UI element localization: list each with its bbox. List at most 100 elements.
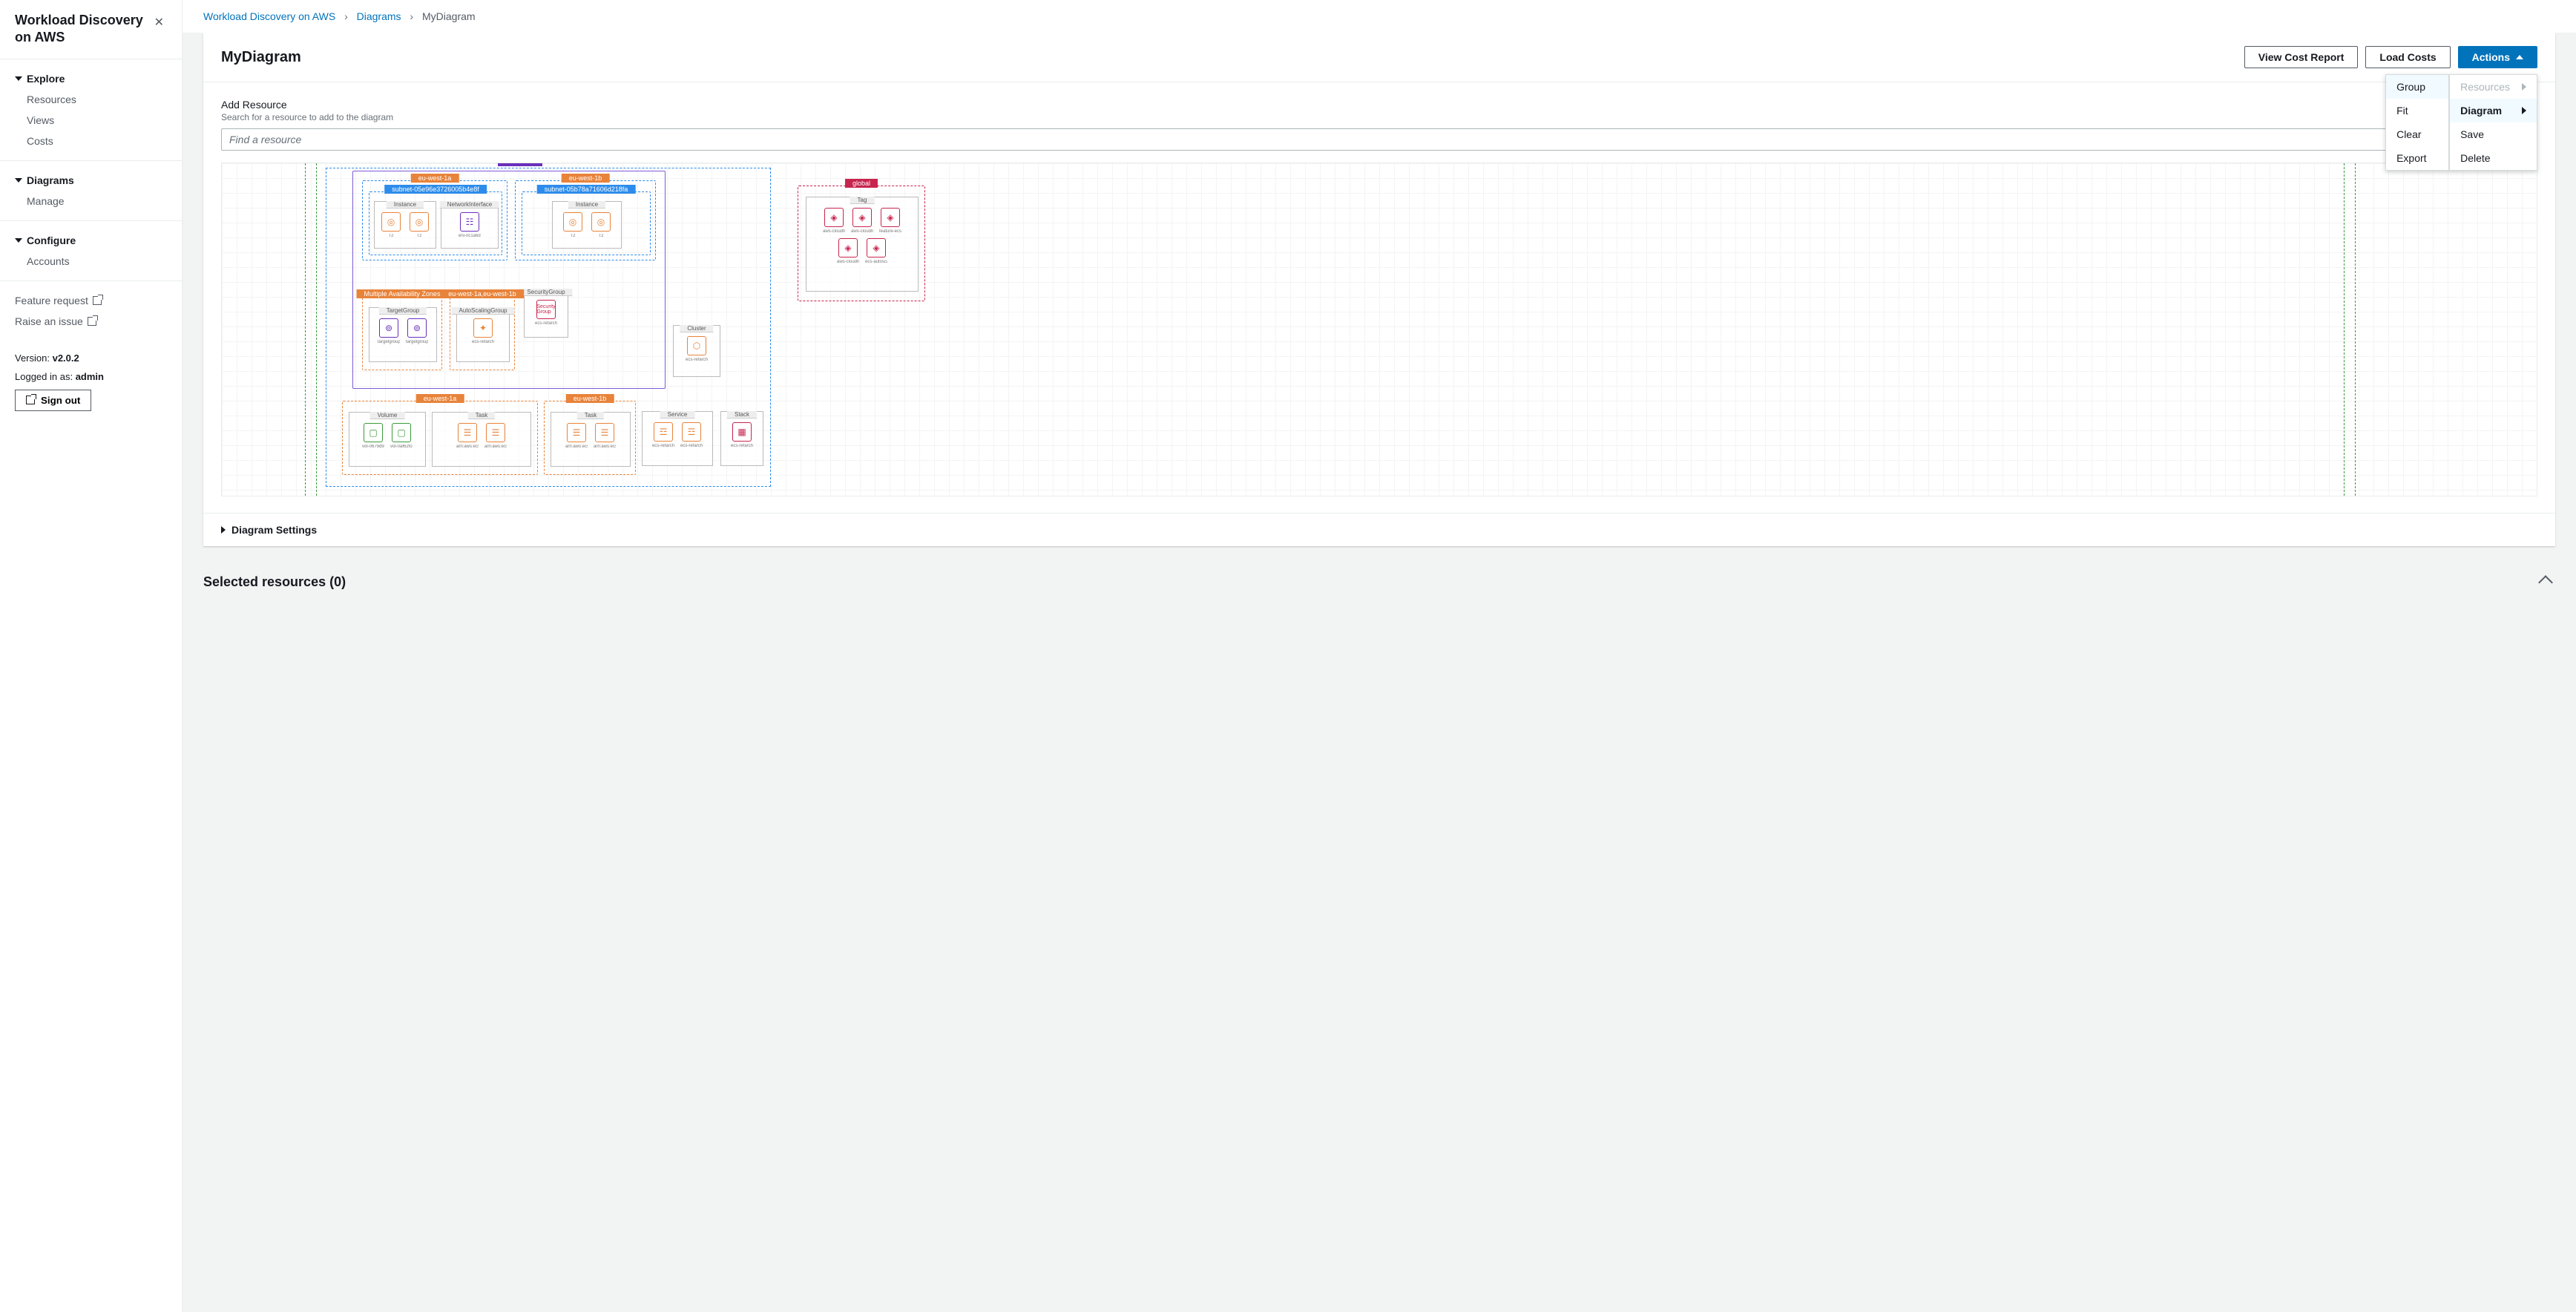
login-user: admin <box>76 371 104 382</box>
resource-cluster[interactable]: Cluster ⬡ecs-refarch... <box>673 325 720 377</box>
resource-service[interactable]: Service ☲ecs-refarch... ☲ecs-refarch... <box>642 411 713 466</box>
az-bottom-1a[interactable]: eu-west-1a Volume ▢vol-0679d94... ▢vol-0… <box>342 401 538 475</box>
tag-icon: ◈ <box>852 208 872 227</box>
add-resource-hint: Search for a resource to add to the diag… <box>221 112 2537 122</box>
actions-button[interactable]: Actions <box>2458 46 2537 68</box>
tag-icon: ◈ <box>867 238 886 258</box>
dropdown-item-export[interactable]: Export <box>2386 146 2448 170</box>
dropdown-item-group[interactable]: Group <box>2386 75 2448 99</box>
ec2-icon: ◎ <box>410 212 429 232</box>
page-wrap: MyDiagram View Cost Report Load Costs Ac… <box>183 33 2576 1312</box>
az-group-1b[interactable]: eu-west-1b subnet-05b78a71606d218fa Inst… <box>515 180 656 260</box>
task-icon: ☰ <box>595 423 614 442</box>
box-title: SecurityGroup <box>519 289 572 296</box>
dropdown-label: Fit <box>2396 105 2408 117</box>
resource-tag[interactable]: Tag ◈aws-cloudfor... ◈aws-cloudfor... ◈f… <box>806 197 919 292</box>
volume-icon: ▢ <box>392 423 411 442</box>
nav-group-diagrams: Diagrams Manage <box>0 161 182 221</box>
subnet-label: subnet-05e96e3726005b4e8f <box>384 185 487 194</box>
login-prefix: Logged in as: <box>15 371 76 382</box>
multi-az-label: Multiple Availability Zones <box>357 289 448 298</box>
nav-item-views[interactable]: Views <box>0 110 182 131</box>
nav-item-resources[interactable]: Resources <box>0 89 182 110</box>
az-group-1a[interactable]: eu-west-1a subnet-05e96e3726005b4e8f Ins… <box>362 180 507 260</box>
resource-instance[interactable]: Instance ◎T2 ◎T2 <box>552 201 622 249</box>
page-header: MyDiagram View Cost Report Load Costs Ac… <box>203 33 2555 82</box>
icon-caption: eni-0c1a6d3... <box>459 234 481 238</box>
resource-nic[interactable]: NetworkInterface ☷eni-0c1a6d3... <box>441 201 499 249</box>
az-label: eu-west-1b <box>566 394 614 403</box>
header-actions: View Cost Report Load Costs Actions Grou… <box>2244 46 2537 68</box>
load-costs-button[interactable]: Load Costs <box>2365 46 2450 68</box>
actions-dropdown: Group Fit Clear Export <box>2385 74 2537 171</box>
asg-icon: ✦ <box>473 318 493 338</box>
breadcrumb-separator: › <box>344 10 348 22</box>
subnet-label: subnet-05b78a71606d218fa <box>537 185 636 194</box>
task-icon: ☰ <box>567 423 586 442</box>
diagram-settings-toggle[interactable]: Diagram Settings <box>203 513 2555 546</box>
selected-resources-bar[interactable]: Selected resources (0) <box>203 564 2555 600</box>
resource-volume[interactable]: Volume ▢vol-0679d94... ▢vol-0af62fc8... <box>349 412 426 467</box>
tg-icon: ⊚ <box>379 318 398 338</box>
dropdown-item-save[interactable]: Save <box>2450 122 2537 146</box>
resource-stack[interactable]: Stack ▦ecs-refarch... <box>720 411 763 466</box>
dropdown-item-delete[interactable]: Delete <box>2450 146 2537 170</box>
diagram-canvas[interactable]: eu-west-1a subnet-05e96e3726005b4e8f Ins… <box>221 163 2537 496</box>
sidebar-footer: Version: v2.0.2 Logged in as: admin Sign… <box>0 341 182 423</box>
nav-item-costs[interactable]: Costs <box>0 131 182 151</box>
icon-caption: T2 <box>380 234 402 238</box>
resource-asg[interactable]: AutoScalingGroup ✦ecs-refarch... <box>456 307 510 362</box>
view-cost-report-button[interactable]: View Cost Report <box>2244 46 2359 68</box>
nav-group-header-diagrams[interactable]: Diagrams <box>0 170 182 191</box>
az-bottom-1b[interactable]: eu-west-1b Task ☰arn:aws:ecs... ☰arn:aws… <box>544 401 636 475</box>
nav-item-accounts[interactable]: Accounts <box>0 251 182 272</box>
dropdown-item-clear[interactable]: Clear <box>2386 122 2448 146</box>
caret-up-icon <box>2516 55 2523 59</box>
signout-button[interactable]: Sign out <box>15 390 91 411</box>
chevron-up-icon[interactable] <box>2538 575 2553 590</box>
icon-caption: ecs-refarch... <box>535 321 557 326</box>
subnet-group-1[interactable]: subnet-05e96e3726005b4e8f Instance ◎T2 ◎… <box>369 191 502 255</box>
sidebar: Workload Discovery on AWS ✕ Explore Reso… <box>0 0 183 1312</box>
icon-caption: ecs-autoscal... <box>865 260 887 264</box>
resource-instance[interactable]: Instance ◎T2 ◎T2 <box>374 201 436 249</box>
subnet-group-2[interactable]: subnet-05b78a71606d218fa Instance ◎T2 ◎T… <box>522 191 651 255</box>
panel-body: Add Resource Search for a resource to ad… <box>203 82 2555 513</box>
tag-icon: ◈ <box>881 208 900 227</box>
nav-item-manage[interactable]: Manage <box>0 191 182 211</box>
find-resource-input[interactable]: Find a resource ▼ <box>221 128 2537 151</box>
vpc-zone[interactable]: eu-west-1a subnet-05e96e3726005b4e8f Ins… <box>352 171 666 389</box>
az-pair-group[interactable]: eu-west-1a,eu-west-1b AutoScalingGroup ✦… <box>450 296 515 370</box>
find-resource-placeholder: Find a resource <box>229 134 301 145</box>
sidebar-header: Workload Discovery on AWS ✕ <box>0 0 182 59</box>
multi-az-group[interactable]: Multiple Availability Zones TargetGroup … <box>362 296 442 370</box>
box-title: Tag <box>850 197 875 204</box>
global-label: global <box>845 179 878 188</box>
breadcrumb-link-diagrams[interactable]: Diagrams <box>357 10 401 22</box>
link-feature-request[interactable]: Feature request <box>0 290 182 311</box>
nav-group-header-configure[interactable]: Configure <box>0 230 182 251</box>
box-title: Volume <box>370 412 405 419</box>
dropdown-item-diagram[interactable]: Diagram <box>2450 99 2537 122</box>
global-group[interactable]: global Tag ◈aws-cloudfor... ◈aws-cloudfo… <box>798 186 925 301</box>
resource-task[interactable]: Task ☰arn:aws:ecs... ☰arn:aws:ecs... <box>551 412 631 467</box>
link-label: Raise an issue <box>15 315 83 327</box>
resource-task[interactable]: Task ☰arn:aws:ecs... ☰arn:aws:ecs... <box>432 412 531 467</box>
signout-icon <box>26 396 35 404</box>
service-icon: ☲ <box>654 422 673 442</box>
close-sidebar-icon[interactable]: ✕ <box>151 12 167 33</box>
box-title: TargetGroup <box>379 307 427 315</box>
nav-group-links: Feature request Raise an issue <box>0 281 182 341</box>
icon-caption: arn:aws:ecs... <box>456 445 479 449</box>
icon-caption: feature-ecs-ref... <box>879 229 901 234</box>
resource-tg[interactable]: TargetGroup ⊚targetgroup/... ⊚targetgrou… <box>369 307 437 362</box>
icon-caption: ecs-refarch... <box>472 340 494 344</box>
selection-indicator <box>498 163 542 166</box>
breadcrumb-link-root[interactable]: Workload Discovery on AWS <box>203 10 335 22</box>
resource-sg[interactable]: SecurityGroup Security Groupecs-refarch.… <box>524 289 568 338</box>
nav-group-header-explore[interactable]: Explore <box>0 68 182 89</box>
link-raise-issue[interactable]: Raise an issue <box>0 311 182 332</box>
icon-caption: targetgroup/... <box>406 340 428 344</box>
box-title: Cluster <box>680 325 713 332</box>
dropdown-item-fit[interactable]: Fit <box>2386 99 2448 122</box>
